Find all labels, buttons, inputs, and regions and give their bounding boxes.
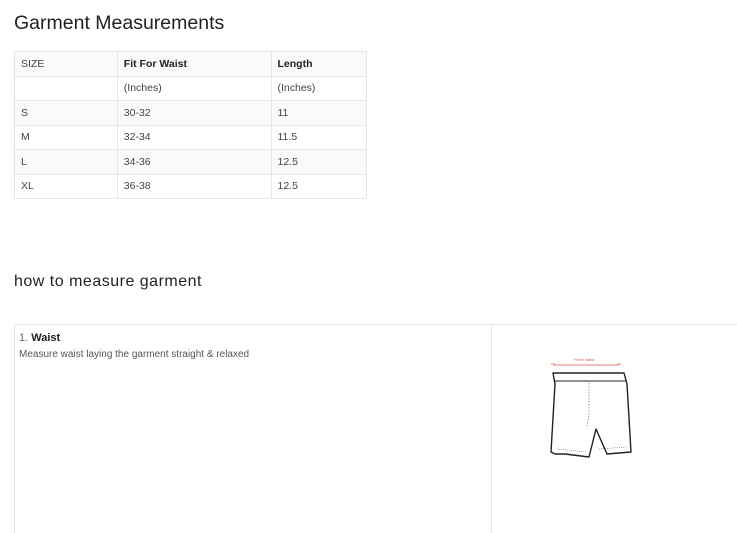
- table-cell: (Inches): [116, 75, 272, 101]
- shorts-diagram-image: Fit for waist: [550, 357, 632, 458]
- section-title: how to measure garment: [14, 273, 202, 290]
- page-title: Garment Measurements: [14, 12, 225, 34]
- table-header-cell: SIZE: [14, 51, 118, 77]
- measure-steps: 1. Waist Measure waist laying the garmen…: [15, 325, 492, 533]
- step-name: Waist: [31, 332, 61, 344]
- step-number: 1.: [19, 332, 29, 344]
- table-cell: 34-36: [116, 149, 272, 175]
- table-units-row: (Inches) (Inches): [14, 75, 367, 101]
- diagram-label: Fit for waist: [574, 357, 595, 362]
- table-header-cell: Fit For Waist: [116, 51, 272, 77]
- size-chart-table: SIZE Fit For Waist Length (Inches) (Inch…: [14, 51, 367, 199]
- table-cell: 30-32: [116, 100, 272, 126]
- table-cell: L: [14, 149, 118, 175]
- table-row: L 34-36 12.5: [14, 149, 367, 175]
- step-description: Measure waist laying the garment straigh…: [19, 349, 250, 360]
- table-cell: 12.5: [270, 149, 367, 175]
- table-header-cell: Length: [270, 51, 367, 77]
- table-cell: 11: [270, 100, 367, 126]
- table-cell: 11.5: [270, 124, 367, 150]
- table-cell: 12.5: [270, 173, 367, 199]
- table-cell: 36-38: [116, 173, 272, 199]
- table-row: XL 36-38 12.5: [14, 173, 367, 199]
- table-cell: S: [14, 100, 118, 126]
- table-row: S 30-32 11: [14, 100, 367, 126]
- table-cell: 32-34: [116, 124, 272, 150]
- table-cell: (Inches): [270, 75, 367, 101]
- table-cell: [14, 75, 118, 101]
- measure-panel: 1. Waist Measure waist laying the garmen…: [14, 324, 737, 533]
- table-header-row: SIZE Fit For Waist Length: [14, 51, 367, 77]
- step-heading: 1. Waist: [19, 332, 60, 344]
- shorts-outline-icon: [550, 372, 632, 458]
- table-cell: M: [14, 124, 118, 150]
- table-row: M 32-34 11.5: [14, 124, 367, 150]
- table-cell: XL: [14, 173, 118, 199]
